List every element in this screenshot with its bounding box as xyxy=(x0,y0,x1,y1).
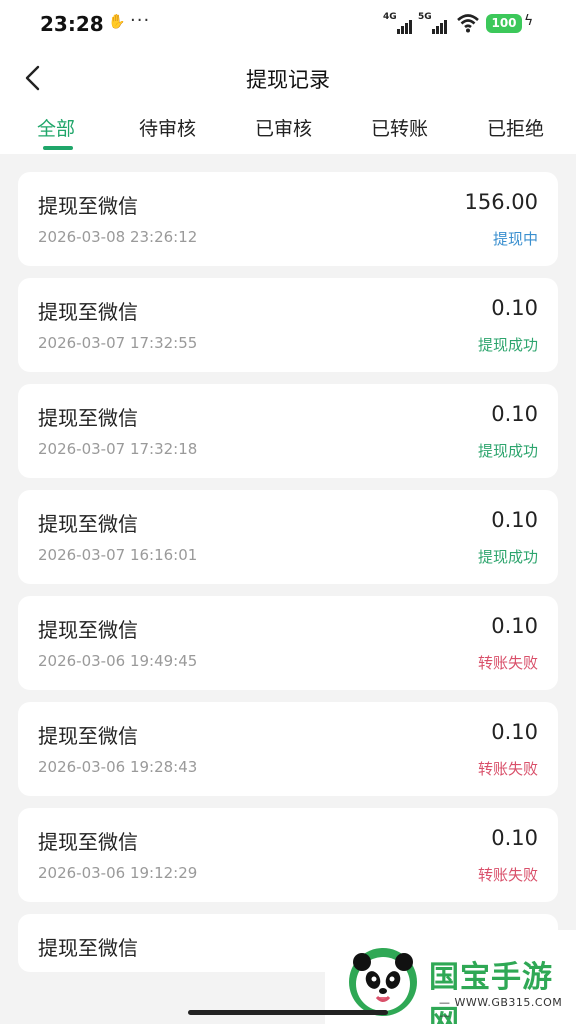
tab-pending-review[interactable]: 待审核 xyxy=(139,114,196,141)
tab-reviewed[interactable]: 已审核 xyxy=(255,114,312,141)
record-title: 提现至微信 xyxy=(38,936,138,960)
record-date: 2026-03-07 16:16:01 xyxy=(38,546,198,564)
panda-logo-icon xyxy=(349,948,417,1016)
record-title: 提现至微信 xyxy=(38,618,138,642)
record-title: 提现至微信 xyxy=(38,724,138,748)
active-tab-indicator xyxy=(43,146,73,150)
wifi-icon xyxy=(457,14,479,33)
record-date: 2026-03-07 17:32:55 xyxy=(38,334,198,352)
record-amount: 0.10 xyxy=(491,720,538,744)
withdrawal-record-list: 提现至微信 2026-03-08 23:26:12 156.00 提现中 提现至… xyxy=(18,172,558,984)
more-dots-icon: ··· xyxy=(130,10,151,31)
charging-icon: ϟ xyxy=(524,13,534,29)
record-card[interactable]: 提现至微信 2026-03-06 19:28:43 0.10 转账失败 xyxy=(18,702,558,796)
status-time: 23:28 xyxy=(40,12,104,36)
record-card[interactable]: 提现至微信 2026-03-08 23:26:12 156.00 提现中 xyxy=(18,172,558,266)
top-area: 23:28 ✋ ··· 4G 5G 100 ϟ 提现记录 全部 待审核 已审核 … xyxy=(0,0,576,154)
watermark-url: — WWW.GB315.COM — xyxy=(439,996,563,1022)
record-status: 提现成功 xyxy=(477,442,538,460)
tab-all[interactable]: 全部 xyxy=(37,114,75,141)
home-indicator xyxy=(188,1010,388,1015)
record-amount: 0.10 xyxy=(491,614,538,638)
status-bar: 23:28 ✋ ··· 4G 5G 100 ϟ xyxy=(0,0,576,50)
record-status: 转账失败 xyxy=(477,760,538,778)
record-amount: 156.00 xyxy=(464,190,538,214)
hand-icon: ✋ xyxy=(108,14,126,30)
record-amount: 0.10 xyxy=(491,826,538,850)
record-title: 提现至微信 xyxy=(38,512,138,536)
record-title: 提现至微信 xyxy=(38,406,138,430)
record-title: 提现至微信 xyxy=(38,194,138,218)
record-title: 提现至微信 xyxy=(38,830,138,854)
record-date: 2026-03-08 23:26:12 xyxy=(38,228,198,246)
cellular-signal-4g-icon: 4G xyxy=(383,12,413,34)
record-amount: 0.10 xyxy=(491,508,538,532)
record-amount: 0.10 xyxy=(491,296,538,320)
record-title: 提现至微信 xyxy=(38,300,138,324)
nav-bar: 提现记录 xyxy=(0,52,576,104)
tab-rejected[interactable]: 已拒绝 xyxy=(487,114,544,141)
record-status: 提现成功 xyxy=(477,548,538,566)
record-date: 2026-03-06 19:28:43 xyxy=(38,758,198,776)
record-card[interactable]: 提现至微信 2026-03-06 19:12:29 0.10 转账失败 xyxy=(18,808,558,902)
record-amount: 0.10 xyxy=(491,402,538,426)
record-status: 提现成功 xyxy=(477,336,538,354)
record-card[interactable]: 提现至微信 2026-03-07 16:16:01 0.10 提现成功 xyxy=(18,490,558,584)
cellular-signal-5g-icon: 5G xyxy=(418,12,448,34)
record-date: 2026-03-06 19:49:45 xyxy=(38,652,198,670)
page-title: 提现记录 xyxy=(246,68,330,92)
tab-transferred[interactable]: 已转账 xyxy=(371,114,428,141)
battery-icon: 100 xyxy=(486,14,522,33)
record-card[interactable]: 提现至微信 2026-03-06 19:49:45 0.10 转账失败 xyxy=(18,596,558,690)
record-date: 2026-03-07 17:32:18 xyxy=(38,440,198,458)
record-card[interactable]: 提现至微信 2026-03-07 17:32:18 0.10 提现成功 xyxy=(18,384,558,478)
record-date: 2026-03-06 19:12:29 xyxy=(38,864,198,882)
record-status: 转账失败 xyxy=(477,654,538,672)
record-status: 转账失败 xyxy=(477,866,538,884)
record-status: 提现中 xyxy=(492,230,538,248)
record-card[interactable]: 提现至微信 2026-03-07 17:32:55 0.10 提现成功 xyxy=(18,278,558,372)
filter-tabs: 全部 待审核 已审核 已转账 已拒绝 xyxy=(0,108,576,154)
